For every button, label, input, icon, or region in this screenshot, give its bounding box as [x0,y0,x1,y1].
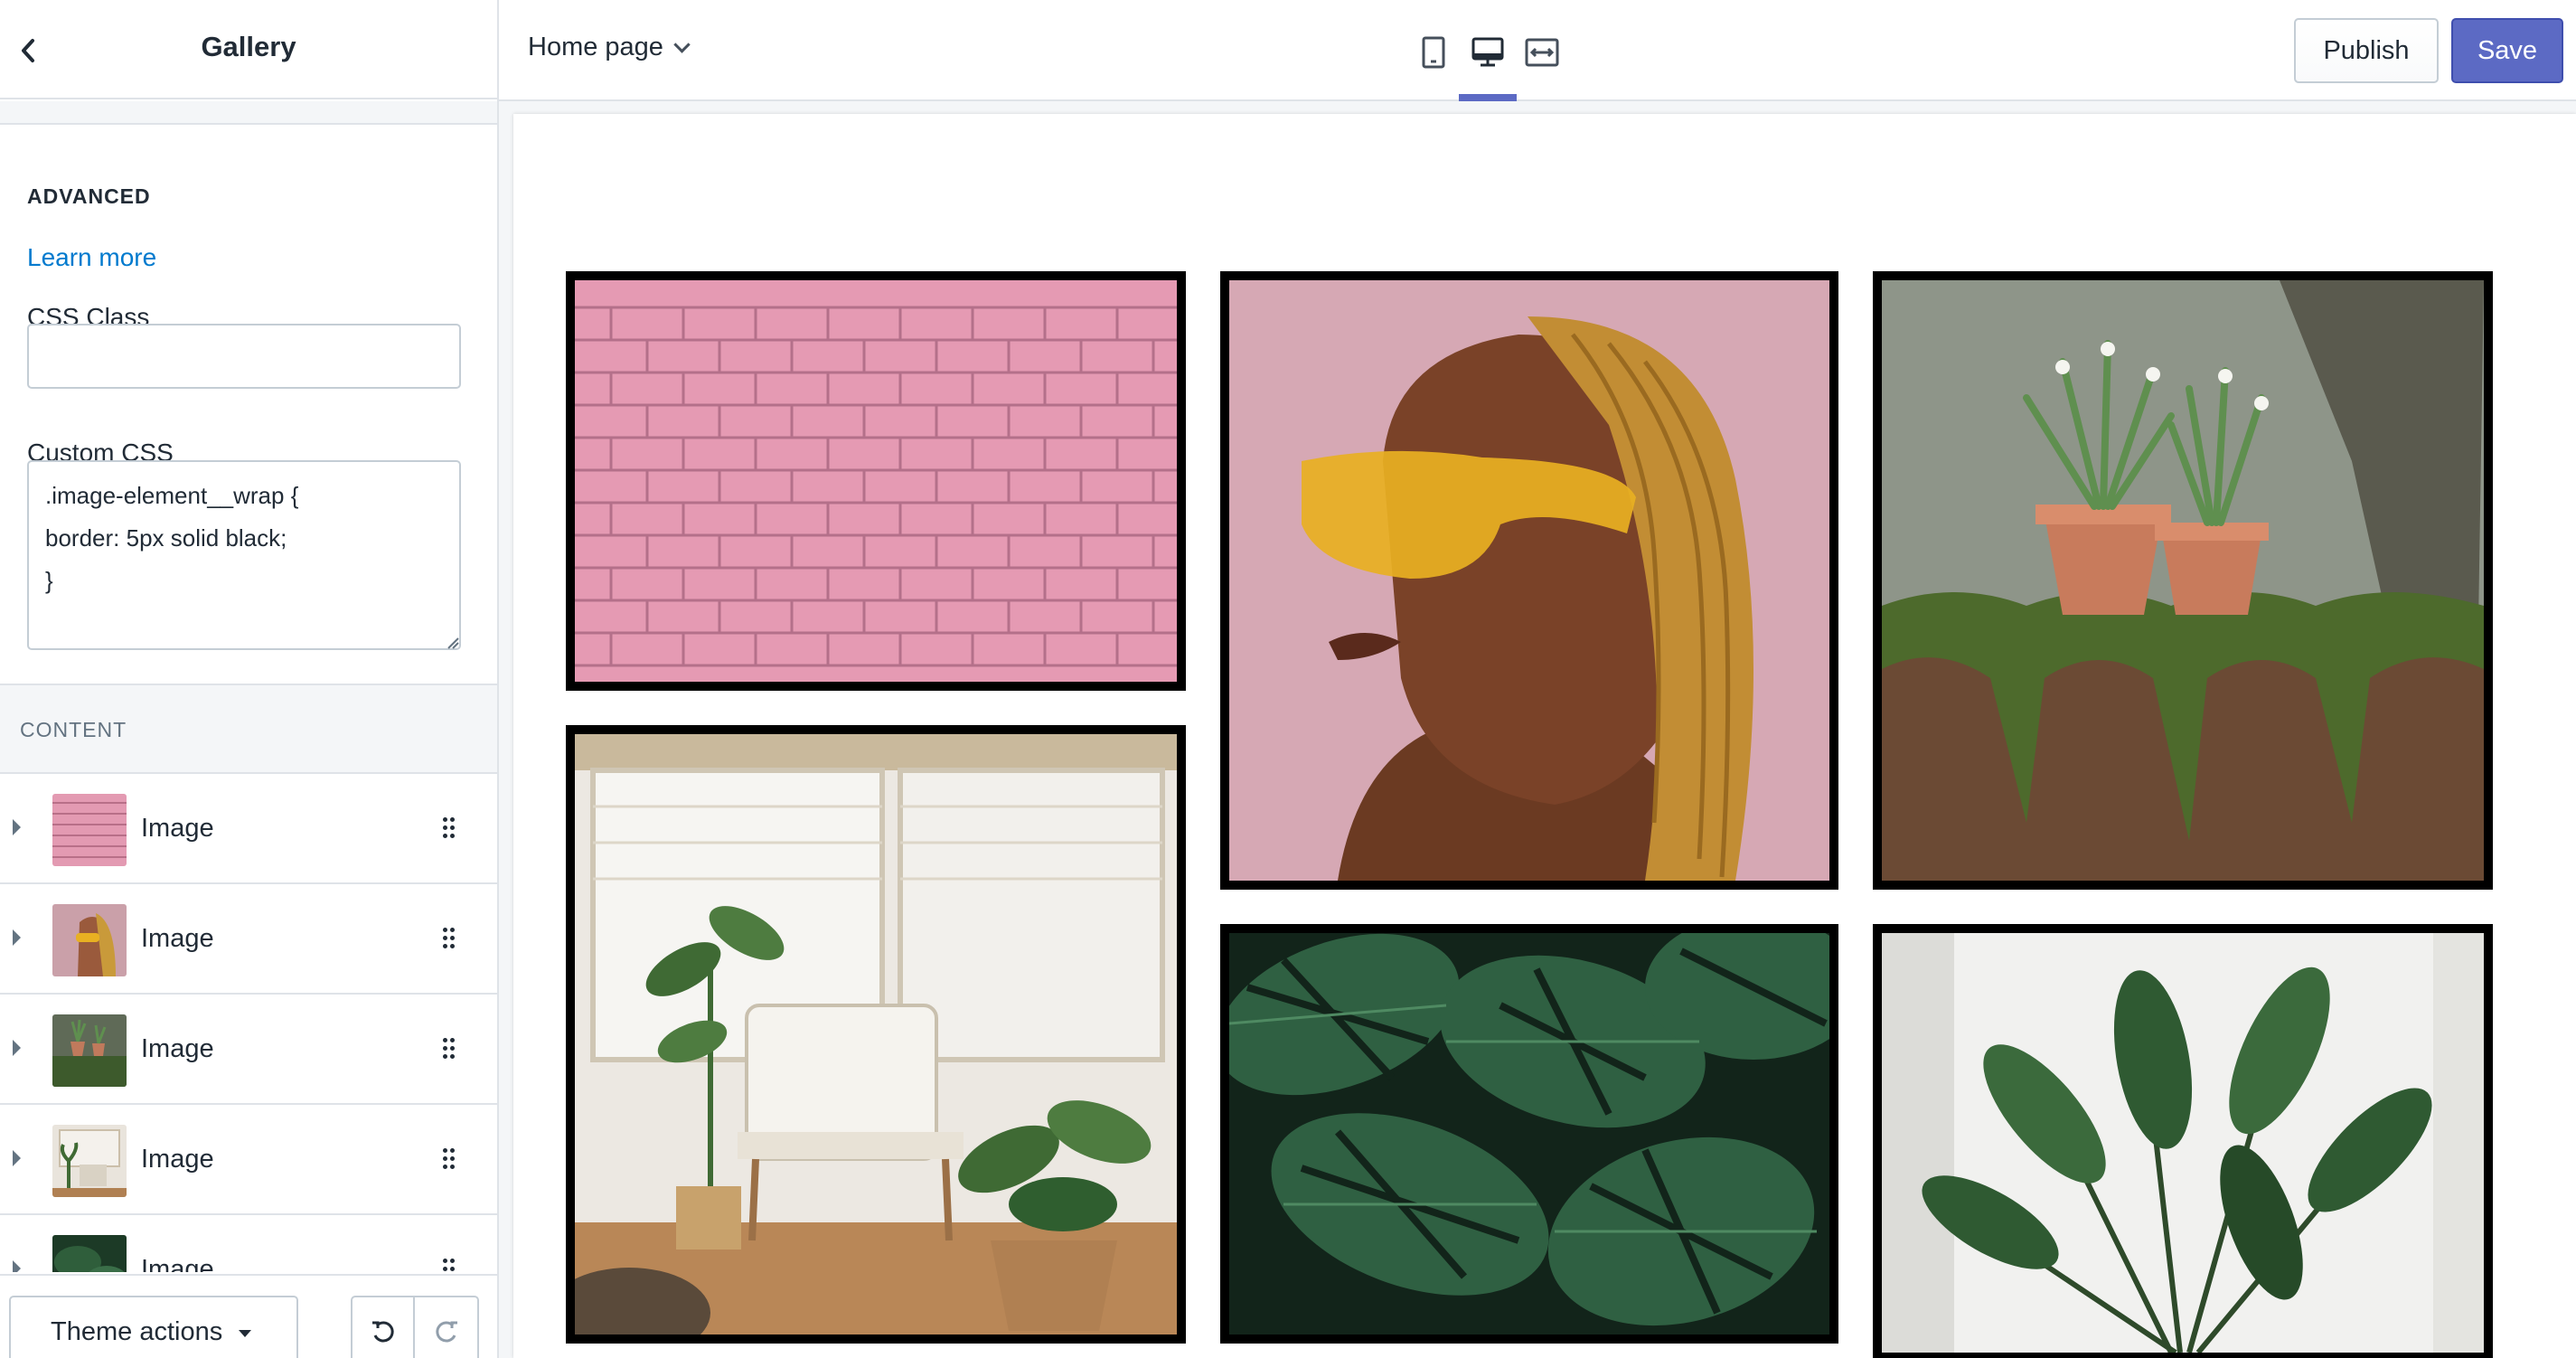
theme-actions-button[interactable]: Theme actions [9,1296,298,1358]
resize-grip-icon[interactable] [447,637,459,649]
drag-handle-icon[interactable] [443,928,456,949]
expand-caret-icon[interactable] [13,1260,21,1272]
gallery-image-potted-plants[interactable] [1873,271,2493,890]
expand-caret-icon[interactable] [13,1040,21,1056]
page-selector[interactable]: Home page [528,33,691,62]
theme-editor-sidebar: Gallery ADVANCED Learn more CSS Class Cu… [0,0,499,1358]
sidebar-scroll-area[interactable]: ADVANCED Learn more CSS Class Custom CSS… [0,101,497,1272]
caret-down-icon [239,1330,252,1337]
content-item-label: Image [141,924,214,953]
redo-button[interactable] [415,1297,477,1358]
expand-caret-icon[interactable] [13,819,21,835]
active-viewport-indicator [1459,94,1517,101]
desktop-icon [1471,37,1504,67]
image-thumbnail [52,1125,127,1197]
content-item[interactable]: Image [0,884,497,995]
sidebar-footer: Theme actions [0,1274,497,1358]
content-item[interactable]: Image [0,1215,497,1272]
full-width-viewport-button[interactable] [1515,27,1569,78]
content-item-label: Image [141,1145,214,1174]
advanced-heading: ADVANCED [27,184,151,208]
gallery-image-pink-brick[interactable] [566,271,1186,691]
desktop-viewport-button[interactable] [1461,27,1515,78]
expand-caret-icon[interactable] [13,929,21,946]
learn-more-link[interactable]: Learn more [27,243,156,272]
content-item[interactable]: Image [0,774,497,884]
theme-actions-label: Theme actions [51,1316,223,1346]
gallery-image-woman-sunglasses[interactable] [1220,271,1838,890]
image-thumbnail [52,794,127,866]
redo-icon [435,1321,457,1343]
editor-topbar: Home page Publish Save [499,0,2576,101]
advanced-settings-card: ADVANCED Learn more CSS Class Custom CSS… [0,123,497,685]
undo-redo-group [351,1296,479,1358]
expand-caret-icon[interactable] [13,1150,21,1166]
save-button[interactable]: Save [2451,18,2563,83]
undo-icon [371,1321,394,1343]
content-heading: CONTENT [20,718,127,741]
page-selector-label: Home page [528,33,663,61]
chevron-down-icon [673,36,691,53]
theme-preview[interactable] [513,114,2576,1358]
drag-handle-icon[interactable] [443,1038,456,1060]
css-class-input[interactable] [27,324,461,389]
sidebar-title: Gallery [201,31,296,62]
drag-handle-icon[interactable] [443,1259,456,1272]
custom-css-textarea[interactable]: .image-element__wrap { border: 5px solid… [27,460,461,650]
full-width-icon [1525,38,1559,67]
publish-button[interactable]: Publish [2294,18,2439,83]
drag-handle-icon[interactable] [443,817,456,839]
content-item[interactable]: Image [0,995,497,1105]
mobile-viewport-button[interactable] [1406,27,1461,78]
drag-handle-icon[interactable] [443,1148,456,1170]
undo-button[interactable] [353,1297,416,1358]
image-thumbnail [52,1014,127,1087]
image-thumbnail [52,904,127,976]
content-item[interactable]: Image [0,1105,497,1215]
content-block-list: Image Image Image Image Image [0,772,497,1272]
content-item-label: Image [141,814,214,843]
gallery-image-room-chair[interactable] [566,725,1186,1344]
mobile-icon [1422,36,1445,69]
content-item-label: Image [141,1034,214,1063]
gallery-image-monstera[interactable] [1220,924,1838,1344]
sidebar-header: Gallery [0,0,497,99]
gallery-image-bird-of-paradise[interactable] [1873,924,2493,1358]
image-thumbnail [52,1235,127,1272]
content-item-label: Image [141,1255,214,1272]
